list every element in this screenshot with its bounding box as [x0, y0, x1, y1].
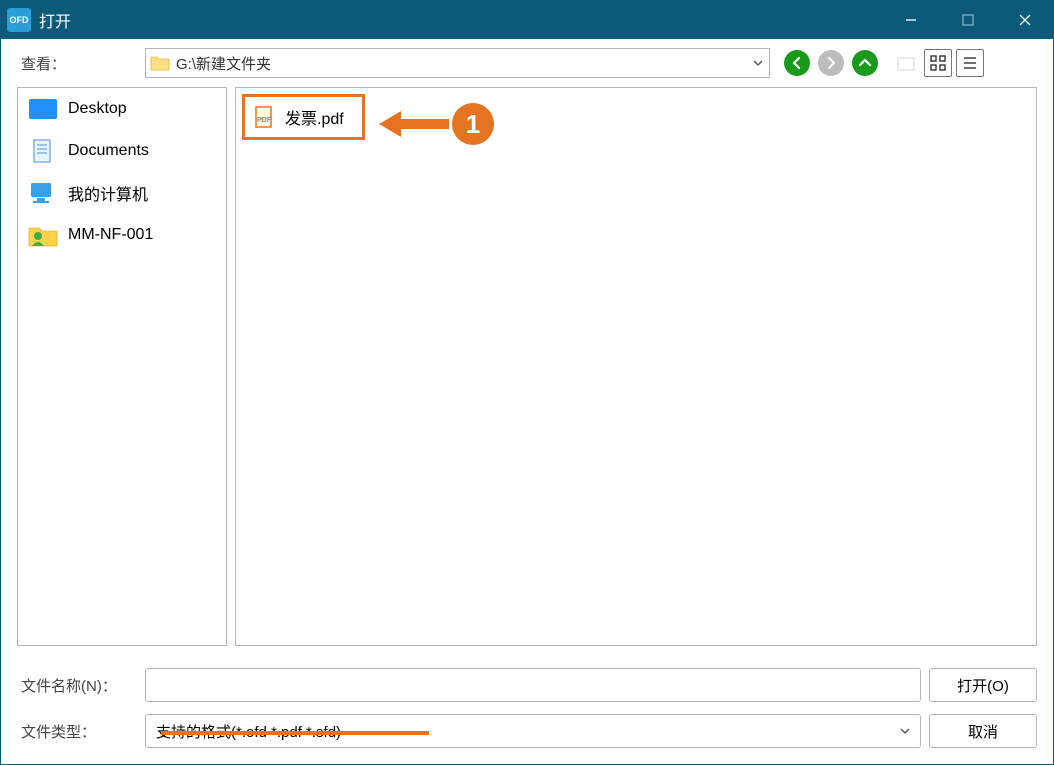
- close-button[interactable]: [996, 1, 1053, 39]
- filename-label: 文件名称(N)：: [17, 675, 137, 696]
- open-button[interactable]: 打开(O): [929, 668, 1037, 702]
- sidebar-item-user-folder[interactable]: MM-NF-001: [18, 214, 226, 256]
- filetype-row: 文件类型： 支持的格式(*.ofd *.pdf *.sfd) 取消: [17, 714, 1037, 748]
- body-area: Desktop Documents 我的计算机 MM-NF-001: [1, 87, 1053, 658]
- app-icon: OFD: [7, 8, 31, 32]
- look-in-label: 查看：: [17, 53, 137, 74]
- window-title: 打开: [39, 8, 71, 32]
- svg-text:PDF: PDF: [257, 117, 272, 124]
- filetype-label: 文件类型：: [17, 721, 137, 742]
- annotation-underline: [161, 731, 429, 735]
- file-item-label: 发票.pdf: [285, 105, 344, 129]
- folder-icon: [150, 54, 170, 72]
- sidebar-item-desktop[interactable]: Desktop: [18, 88, 226, 130]
- file-list[interactable]: PDF 发票.pdf: [235, 87, 1037, 646]
- file-item-invoice[interactable]: PDF 发票.pdf: [242, 94, 365, 140]
- open-button-label: 打开(O): [957, 675, 1009, 696]
- user-folder-icon: [28, 222, 58, 248]
- filename-row: 文件名称(N)： 打开(O): [17, 668, 1037, 702]
- titlebar: OFD 打开: [1, 1, 1053, 39]
- back-button[interactable]: [784, 50, 810, 76]
- cancel-button-label: 取消: [968, 721, 998, 742]
- window-controls: [882, 1, 1053, 39]
- documents-icon: [28, 138, 58, 164]
- toolbar: 查看： G:\新建文件夹: [1, 39, 1053, 87]
- open-file-dialog: OFD 打开 查看： G:\新建文件夹: [0, 0, 1054, 765]
- view-button-group: [892, 49, 984, 77]
- look-in-path: G:\新建文件夹: [176, 53, 751, 74]
- look-in-combo[interactable]: G:\新建文件夹: [145, 48, 770, 78]
- sidebar-item-label: Documents: [68, 142, 149, 160]
- sidebar-item-label: Desktop: [68, 100, 127, 118]
- new-folder-button[interactable]: [892, 49, 920, 77]
- places-sidebar[interactable]: Desktop Documents 我的计算机 MM-NF-001: [17, 87, 227, 646]
- computer-icon: [28, 180, 58, 206]
- chevron-down-icon: [898, 724, 912, 738]
- sidebar-item-label: MM-NF-001: [68, 226, 153, 244]
- bottom-panel: 文件名称(N)： 打开(O) 文件类型： 支持的格式(*.ofd *.pdf *…: [1, 658, 1053, 764]
- app-icon-text: OFD: [10, 15, 29, 25]
- maximize-button[interactable]: [939, 1, 996, 39]
- up-button[interactable]: [852, 50, 878, 76]
- cancel-button[interactable]: 取消: [929, 714, 1037, 748]
- minimize-button[interactable]: [882, 1, 939, 39]
- desktop-icon: [28, 96, 58, 122]
- sidebar-item-computer[interactable]: 我的计算机: [18, 172, 226, 214]
- pdf-icon: PDF: [253, 106, 275, 128]
- sidebar-item-label: 我的计算机: [68, 181, 148, 205]
- sidebar-item-documents[interactable]: Documents: [18, 130, 226, 172]
- list-view-button[interactable]: [956, 49, 984, 77]
- nav-button-group: [784, 50, 878, 76]
- chevron-down-icon: [751, 56, 765, 70]
- filename-input[interactable]: [145, 668, 921, 702]
- forward-button[interactable]: [818, 50, 844, 76]
- icons-view-button[interactable]: [924, 49, 952, 77]
